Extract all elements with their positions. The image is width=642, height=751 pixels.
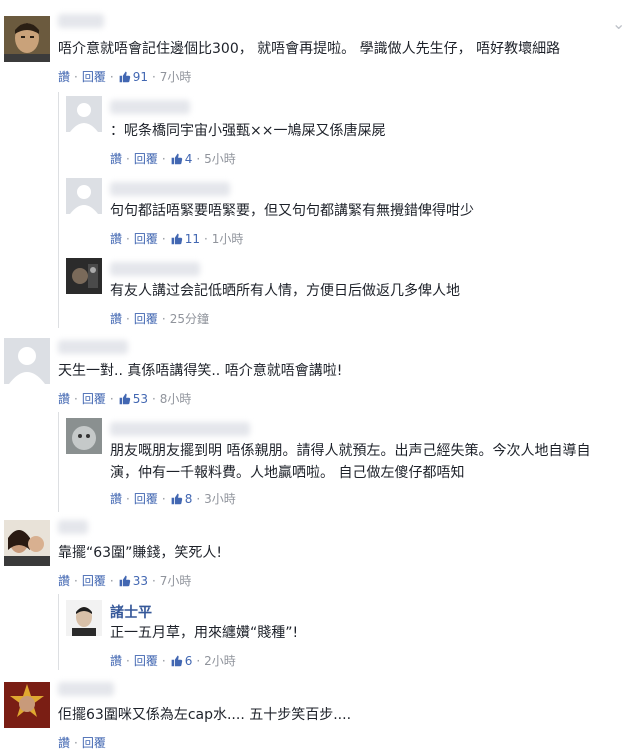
comment-text: 有友人講过会記低晒所有人情，方便日后做返几多俾人地 (110, 283, 460, 299)
author-name-redacted[interactable] (110, 182, 230, 196)
reply-button[interactable]: 回覆 (82, 572, 106, 589)
reply-button[interactable]: 回覆 (82, 68, 106, 85)
comment-text: 唔介意就唔會記住邊個比300， 就唔會再提啦。 學識做人先生仔， 唔好教壞細路 (58, 41, 561, 57)
comment-text-line: 演，仲有一千報料費。人地贏哂啦。 自己做左傻仔都唔知 (110, 465, 465, 481)
like-button[interactable]: 讚 (58, 68, 70, 85)
thumbs-up-icon (119, 575, 130, 587)
like-button[interactable]: 讚 (58, 572, 70, 589)
comment-actions: 讚 · 回覆 · 33 · 7小時 (58, 572, 192, 589)
avatar-photo (4, 682, 50, 728)
avatar-photo (4, 520, 50, 566)
author-name-redacted[interactable] (110, 422, 250, 436)
reply-thread-line (58, 92, 59, 328)
avatar[interactable] (66, 96, 102, 132)
thumbs-up-icon (119, 393, 130, 405)
timestamp[interactable]: 7小時 (160, 68, 192, 85)
author-name-redacted[interactable] (110, 262, 200, 276)
reply-button[interactable]: 回覆 (134, 150, 158, 167)
thumbs-up-icon (171, 655, 182, 667)
avatar-photo (66, 258, 102, 294)
reply-button[interactable]: 回覆 (134, 652, 158, 669)
comment-actions: 讚 · 回覆 · 11 · 1小時 (110, 230, 244, 247)
reply-button[interactable]: 回覆 (134, 230, 158, 247)
comment-text: 天生一對.. 真係唔講得笑.. 唔介意就唔會講啦! (58, 363, 343, 379)
thumbs-up-icon (171, 493, 182, 505)
comment: 佢擺63圍咪又係為左cap水.... 五十步笑百步.... 讚 · 回覆 (0, 678, 642, 750)
comment: 靠擺“63圍”賺錢，笑死人! 讚 · 回覆 · 33 · 7小時 (0, 516, 642, 592)
reply-button[interactable]: 回覆 (82, 734, 106, 751)
like-count[interactable]: 8 (185, 492, 193, 506)
avatar[interactable] (4, 16, 50, 62)
comment: ⌄ 唔介意就唔會記住邊個比300， 就唔會再提啦。 學識做人先生仔， 唔好教壞細… (0, 0, 642, 90)
comment-text: 正一五月草，用來纏㜺“賤種”! (110, 625, 299, 641)
avatar[interactable] (66, 178, 102, 214)
avatar[interactable] (66, 418, 102, 454)
avatar[interactable] (4, 682, 50, 728)
comment: 天生一對.. 真係唔講得笑.. 唔介意就唔會講啦! 讚 · 回覆 · 53 · 8小時 (0, 334, 642, 412)
default-avatar-icon (4, 338, 50, 384)
reply-button[interactable]: 回覆 (82, 390, 106, 407)
comment-actions: 讚 · 回覆 · 53 · 8小時 (58, 390, 192, 407)
reply-button[interactable]: 回覆 (134, 490, 158, 507)
like-button[interactable]: 讚 (110, 490, 122, 507)
comment-actions: 讚 · 回覆 · 6 · 2小時 (110, 652, 236, 669)
default-avatar-icon (66, 96, 102, 132)
avatar[interactable] (4, 520, 50, 566)
like-button[interactable]: 讚 (110, 150, 122, 167)
timestamp[interactable]: 2小時 (204, 652, 236, 669)
like-count[interactable]: 4 (185, 152, 193, 166)
reply-button[interactable]: 回覆 (134, 310, 158, 327)
author-name-redacted[interactable] (58, 520, 88, 534)
like-button[interactable]: 讚 (110, 652, 122, 669)
reply: 諸士平 正一五月草，用來纏㜺“賤種”! 讚 · 回覆 · 6 · 2小時 (66, 600, 636, 672)
thumbs-up-icon (171, 153, 182, 165)
author-name-redacted[interactable] (58, 14, 104, 28)
like-button[interactable]: 讚 (110, 310, 122, 327)
avatar[interactable] (4, 338, 50, 384)
timestamp[interactable]: 5小時 (204, 150, 236, 167)
timestamp[interactable]: 8小時 (160, 390, 192, 407)
like-count[interactable]: 33 (133, 574, 148, 588)
like-count[interactable]: 91 (133, 70, 148, 84)
comment-actions: 讚 · 回覆 · 8 · 3小時 (110, 490, 236, 507)
timestamp[interactable]: 25分鐘 (170, 310, 209, 327)
reply: 朋友嘅朋友擺到明 唔係親朋。請得人就預左。出声己經失策。今次人地自導自 演，仲有… (66, 418, 636, 512)
author-name-redacted[interactable] (58, 682, 114, 696)
avatar[interactable] (66, 258, 102, 294)
comment-actions: 讚 · 回覆 · 91 · 7小時 (58, 68, 192, 85)
timestamp[interactable]: 3小時 (204, 490, 236, 507)
comment-text: 佢擺63圍咪又係為左cap水.... 五十步笑百步.... (58, 707, 352, 723)
author-name[interactable]: 諸士平 (110, 602, 152, 622)
comment-actions: 讚 · 回覆 (58, 734, 106, 751)
reply-thread-line (58, 412, 59, 512)
chevron-down-icon[interactable]: ⌄ (612, 14, 625, 33)
comment-text: 句句都話唔緊要唔緊要，但又句句都講緊有無攪錯俾得咁少 (110, 203, 474, 219)
comment-text: ：呢条橋同宇宙小强甄××一鳩屎又係唐屎屍 (110, 123, 386, 139)
comment-actions: 讚 · 回覆 · 25分鐘 (110, 310, 209, 327)
author-name-redacted[interactable] (110, 100, 190, 114)
avatar-photo (66, 600, 102, 636)
reply: 有友人講过会記低晒所有人情，方便日后做返几多俾人地 讚 · 回覆 · 25分鐘 (66, 258, 636, 330)
thumbs-up-icon (171, 233, 182, 245)
comment-actions: 讚 · 回覆 · 4 · 5小時 (110, 150, 236, 167)
comment-text-line: 朋友嘅朋友擺到明 唔係親朋。請得人就預左。出声己經失策。今次人地自導自 (110, 443, 591, 459)
reply-thread-line (58, 594, 59, 670)
like-count[interactable]: 6 (185, 654, 193, 668)
comment-text: 靠擺“63圍”賺錢，笑死人! (58, 545, 222, 561)
like-button[interactable]: 讚 (58, 734, 70, 751)
default-avatar-icon (66, 178, 102, 214)
thumbs-up-icon (119, 71, 130, 83)
like-count[interactable]: 11 (185, 232, 200, 246)
avatar-photo (4, 16, 50, 62)
avatar[interactable] (66, 600, 102, 636)
like-count[interactable]: 53 (133, 392, 148, 406)
like-button[interactable]: 讚 (58, 390, 70, 407)
like-button[interactable]: 讚 (110, 230, 122, 247)
reply: ：呢条橋同宇宙小强甄××一鳩屎又係唐屎屍 讚 · 回覆 · 4 · 5小時 (66, 96, 636, 172)
author-name-redacted[interactable] (58, 340, 128, 354)
reply: 句句都話唔緊要唔緊要，但又句句都講緊有無攪錯俾得咁少 讚 · 回覆 · 11 · 1小… (66, 178, 636, 252)
timestamp[interactable]: 1小時 (212, 230, 244, 247)
avatar-photo (66, 418, 102, 454)
timestamp[interactable]: 7小時 (160, 572, 192, 589)
